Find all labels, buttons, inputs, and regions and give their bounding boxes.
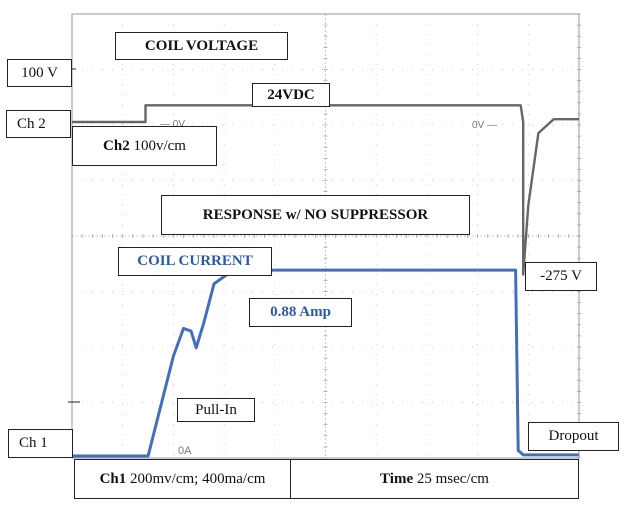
time-scale-label: Time 25 msec/cm [290, 459, 579, 499]
time-scale-value: 25 msec/cm [416, 470, 489, 487]
voltage-peak-label: -275 V [525, 262, 597, 291]
ch1-scale-label: Ch1 200mv/cm; 400ma/cm [74, 459, 291, 499]
zero-volt-label-right: 0V — [472, 120, 497, 131]
ch2-scale-value: 100v/cm [133, 137, 186, 154]
ch1-scale-value: 200mv/cm; 400ma/cm [130, 470, 266, 487]
ch2-scale-bold: Ch2 [103, 137, 130, 154]
time-scale-bold: Time [380, 470, 414, 487]
ch1-scale-bold: Ch1 [99, 470, 127, 487]
ch1-label: Ch 1 [8, 429, 73, 458]
current-steady-label: 0.88 Amp [249, 298, 352, 327]
oscilloscope-chart: — 0V 0V —0A COIL VOLTAGE 100 V 24VDC Ch 2… [0, 0, 628, 511]
coil-voltage-label: COIL VOLTAGE [115, 32, 288, 60]
chart-title: RESPONSE w/ NO SUPPRESSOR [161, 195, 470, 235]
zero-amp-label: 0A [178, 445, 192, 457]
volts-marker-label: 100 V [7, 59, 72, 87]
dropout-label: Dropout [528, 422, 619, 451]
ch2-scale-label: Ch2 100v/cm [72, 126, 217, 166]
coil-current-label: COIL CURRENT [118, 247, 272, 276]
voltage-steady-label: 24VDC [252, 83, 330, 107]
ch2-label: Ch 2 [6, 110, 71, 138]
pull-in-label: Pull-In [177, 398, 255, 422]
